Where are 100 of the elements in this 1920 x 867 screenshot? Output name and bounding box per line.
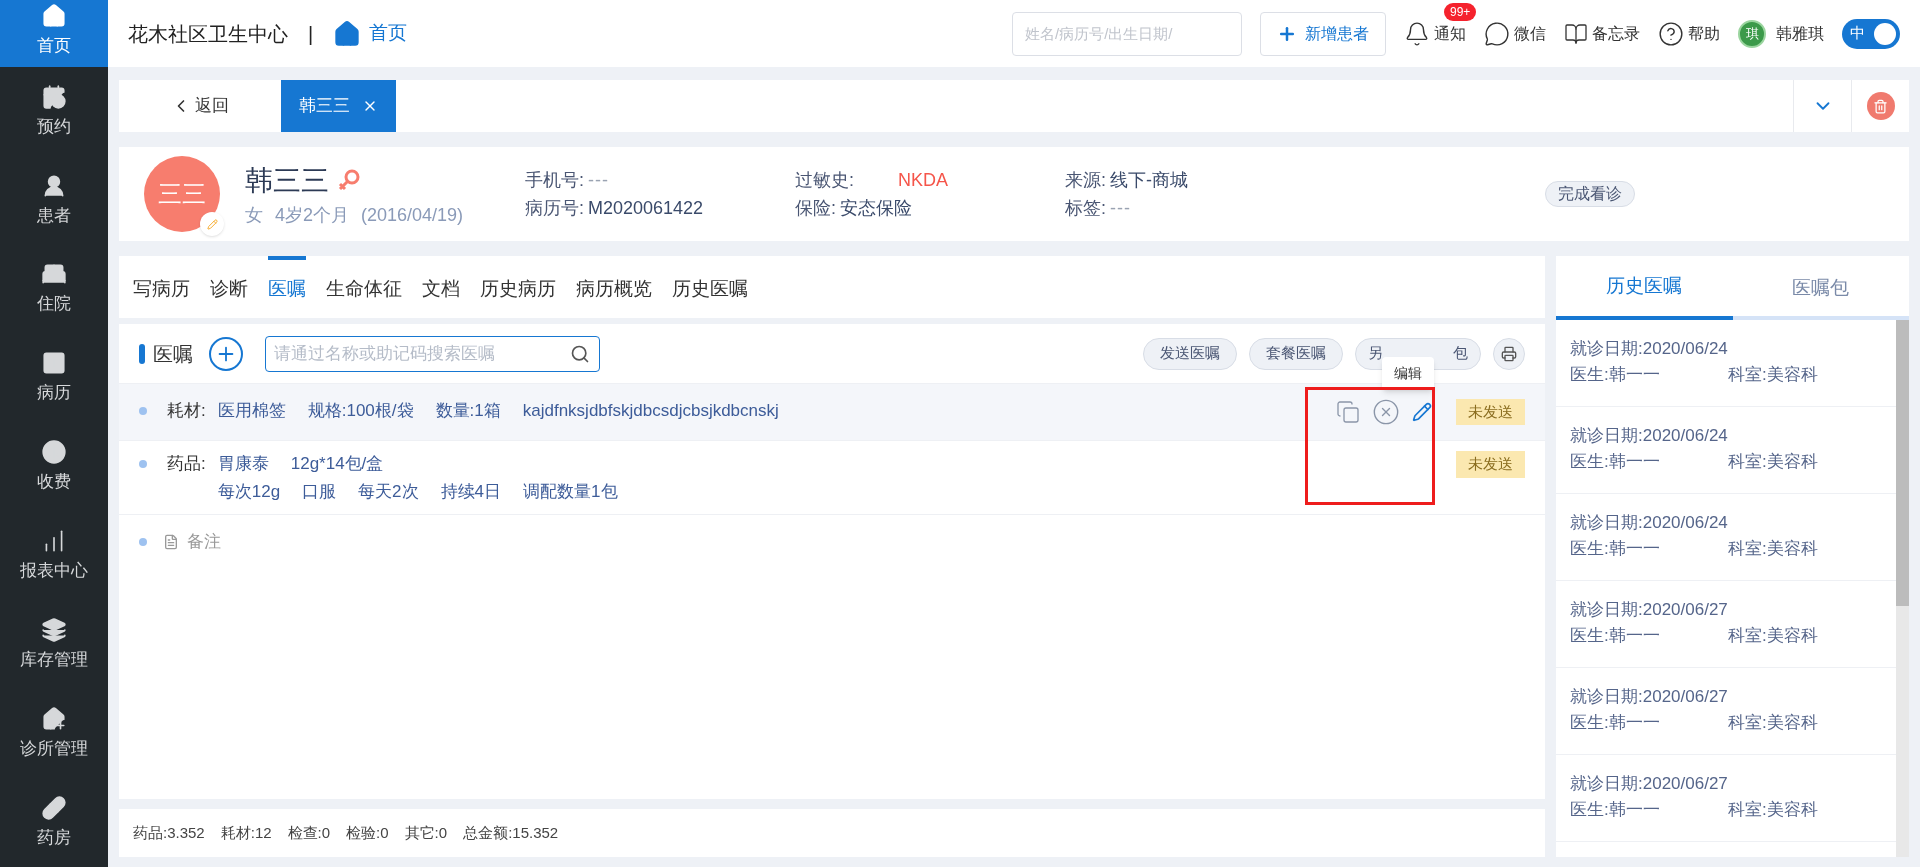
doctor-name: 医生:韩一一 <box>1570 450 1661 473</box>
book-icon <box>1564 21 1588 46</box>
record-tab[interactable]: 诊断 <box>210 256 248 318</box>
total-item: 总金额:15.352 <box>463 822 559 843</box>
doctor-name: 医生:韩一一 <box>1570 624 1661 647</box>
patient-age: 4岁2个月 <box>275 203 350 227</box>
wechat-button[interactable]: 微信 <box>1484 20 1546 47</box>
order-type: 药品: <box>167 453 206 475</box>
separator-mark: | <box>308 21 314 47</box>
total-item: 检查:0 <box>287 822 331 843</box>
order-detail: 胃康泰 <box>217 453 269 475</box>
bell-icon <box>1404 20 1430 47</box>
department-name: 科室:美容科 <box>1728 363 1818 386</box>
field-value: 安态保险 <box>840 197 912 219</box>
patient-sex: 女 <box>245 203 263 227</box>
patient-avatar: 三三 <box>144 156 220 232</box>
pill-icon <box>41 794 67 821</box>
memo-button[interactable]: 备忘录 <box>1564 21 1640 46</box>
sidebar-item[interactable]: 预约 <box>0 66 108 156</box>
field-value: M2020061422 <box>588 197 704 219</box>
document-icon <box>163 533 179 550</box>
copy-icon[interactable] <box>1336 400 1360 424</box>
note-label: 备注 <box>187 531 221 553</box>
visit-date: 就诊日期:2020/06/24 <box>1570 512 1729 534</box>
sidebar-item[interactable]: 首页 <box>0 0 108 67</box>
sidebar-item[interactable]: 报表中心 <box>0 511 108 601</box>
order-detail: 12g*14包/盒 <box>290 453 384 475</box>
department-name: 科室:美容科 <box>1728 624 1818 647</box>
order-detail: 数量:1箱 <box>435 400 501 422</box>
edit-badge-icon <box>200 212 224 236</box>
order-action-button[interactable]: 套餐医嘱 <box>1249 337 1343 370</box>
status-badge: 未发送 <box>1456 451 1525 478</box>
help-icon <box>1658 20 1684 47</box>
total-item: 检验:0 <box>346 822 389 843</box>
history-tab[interactable]: 历史医嘱 <box>1556 256 1733 320</box>
trash-icon <box>1866 92 1895 120</box>
patient-tab[interactable]: 韩三三 <box>281 80 396 132</box>
notify-badge: 99+ <box>1444 2 1477 21</box>
field-label: 保险: <box>795 197 836 219</box>
total-item: 其它:0 <box>404 822 448 843</box>
order-row[interactable]: 耗材: 医用棉签 规格:100根/袋 数量:1箱 kajdfnksjdbfskjdbcsdjcbsjkdbcnskj 未发送 <box>119 384 1545 441</box>
field-value: --- <box>588 169 609 191</box>
patient-search-field[interactable]: 姓名/病历号/出生日期/ <box>1012 11 1242 56</box>
order-detail: 规格:100根/袋 <box>307 400 414 422</box>
field-value: --- <box>1110 197 1131 219</box>
order-detail: kajdfnksjdbfskjdbcsdjcbsjkdbcnskj <box>522 400 779 422</box>
doctor-name: 医生:韩一一 <box>1570 798 1661 821</box>
record-tab[interactable]: 医嘱 <box>268 256 306 318</box>
back-button[interactable]: 返回 <box>119 80 281 132</box>
sidebar-item[interactable]: 药房 <box>0 778 108 867</box>
delete-circle-icon[interactable] <box>1372 398 1400 426</box>
field-label: 标签: <box>1065 197 1106 219</box>
patient-name: 韩三三 <box>245 163 329 198</box>
sidebar-item[interactable]: 住院 <box>0 244 108 334</box>
record-tab[interactable]: 历史医嘱 <box>672 256 748 318</box>
order-detail: 每次12g <box>217 480 281 503</box>
visit-date: 就诊日期:2020/06/24 <box>1570 338 1729 360</box>
sidebar-item[interactable]: 收费 <box>0 422 108 512</box>
order-detail: 口服 <box>302 480 337 503</box>
record-tab[interactable]: 历史病历 <box>480 256 556 318</box>
notify-button[interactable]: 通知 <box>1404 20 1466 47</box>
record-tab[interactable]: 文档 <box>422 256 460 318</box>
user-name: 韩雅琪 <box>1776 23 1824 44</box>
field-label: 手机号: <box>525 169 584 191</box>
record-tab[interactable]: 病历概览 <box>576 256 652 318</box>
record-tab[interactable]: 写病历 <box>133 256 190 318</box>
order-detail: 医用棉签 <box>217 400 286 422</box>
visit-date: 就诊日期:2020/06/24 <box>1570 425 1729 447</box>
order-detail: 持续4日 <box>440 480 502 503</box>
doctor-name: 医生:韩一一 <box>1570 363 1661 386</box>
help-button[interactable]: 帮助 <box>1658 20 1720 47</box>
doctor-name: 医生:韩一一 <box>1570 711 1661 734</box>
patient-birthdate: (2016/04/19) <box>361 203 464 227</box>
finish-visit-button[interactable]: 完成看诊 <box>1545 181 1635 207</box>
doctor-name: 医生:韩一一 <box>1570 537 1661 560</box>
search-icon[interactable] <box>570 343 590 364</box>
layers-icon <box>41 616 67 643</box>
add-order-button[interactable] <box>209 336 243 371</box>
new-patient-button[interactable]: 新增患者 <box>1260 11 1386 56</box>
order-search-field[interactable]: 请通过名称或助记码搜索医嘱 <box>265 335 600 372</box>
language-toggle[interactable]: 中 <box>1842 18 1900 49</box>
sidebar-item[interactable]: 患者 <box>0 155 108 245</box>
sidebar-item[interactable]: 诊所管理 <box>0 689 108 779</box>
home-link[interactable]: 首页 <box>333 19 408 48</box>
edit-icon[interactable] <box>1412 402 1432 422</box>
record-tab[interactable]: 生命体征 <box>326 256 402 318</box>
department-name: 科室:美容科 <box>1728 798 1818 821</box>
total-item: 耗材:12 <box>220 822 272 843</box>
department-name: 科室:美容科 <box>1728 537 1818 560</box>
order-action-button[interactable]: 发送医嘱 <box>1143 337 1237 370</box>
visit-date: 就诊日期:2020/06/27 <box>1570 599 1729 621</box>
order-detail: 每天2次 <box>358 480 419 503</box>
print-button[interactable] <box>1493 337 1525 370</box>
total-item: 药品:3.352 <box>133 822 205 843</box>
sidebar-item[interactable]: 库存管理 <box>0 600 108 690</box>
sidebar-item[interactable]: 病历 <box>0 333 108 423</box>
department-name: 科室:美容科 <box>1728 711 1818 734</box>
orders-title: 医嘱 <box>153 341 193 367</box>
field-label: 病历号: <box>525 197 584 219</box>
status-badge: 未发送 <box>1456 398 1525 426</box>
